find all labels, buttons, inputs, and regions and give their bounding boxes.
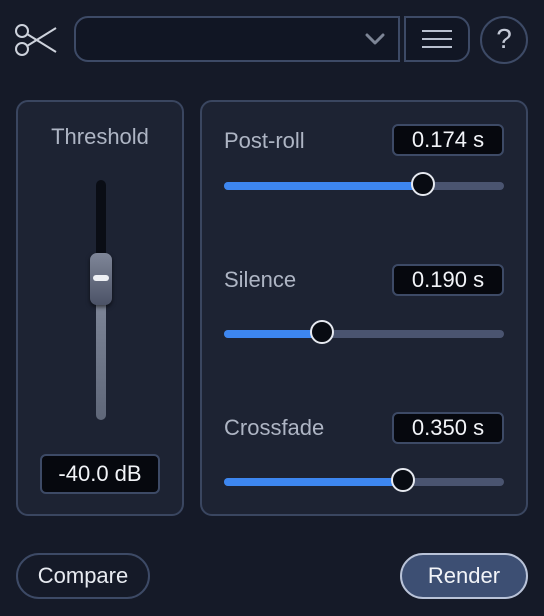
- silence-fill: [224, 330, 322, 338]
- render-button[interactable]: Render: [400, 553, 528, 599]
- post-roll-value[interactable]: 0.174 s: [392, 124, 504, 156]
- hamburger-menu-icon: [422, 30, 452, 32]
- threshold-slider-thumb[interactable]: [90, 252, 112, 305]
- post-roll-thumb[interactable]: [410, 172, 435, 196]
- silence-value[interactable]: 0.190 s: [392, 264, 504, 296]
- threshold-value[interactable]: -40.0 dB: [40, 454, 160, 494]
- crossfade-slider[interactable]: [224, 468, 504, 492]
- crossfade-value[interactable]: 0.350 s: [392, 412, 504, 444]
- scissors-icon[interactable]: [14, 20, 58, 60]
- silence-slider[interactable]: [224, 320, 504, 344]
- silence-label: Silence: [224, 267, 297, 292]
- compare-button[interactable]: Compare: [16, 553, 150, 599]
- crossfade-thumb[interactable]: [391, 468, 416, 492]
- silence-thumb[interactable]: [310, 320, 334, 344]
- preset-dropdown[interactable]: [74, 16, 400, 62]
- crossfade-fill: [224, 478, 404, 486]
- app-window: ? Threshold -40.0 dB Post-roll 0.174 s S…: [0, 0, 544, 616]
- help-icon: ?: [496, 23, 512, 54]
- post-roll-slider[interactable]: [224, 172, 504, 196]
- threshold-title: Threshold: [51, 124, 149, 149]
- chevron-down-icon: [365, 33, 385, 45]
- post-roll-label: Post-roll: [224, 128, 305, 153]
- help-button[interactable]: ?: [480, 16, 528, 64]
- parameters-panel: Post-roll 0.174 s Silence 0.190 s Crossf…: [200, 100, 528, 516]
- menu-button[interactable]: [404, 16, 470, 62]
- thumb-grip: [93, 274, 109, 281]
- threshold-panel: Threshold -40.0 dB: [16, 100, 184, 516]
- post-roll-fill: [224, 182, 423, 190]
- crossfade-label: Crossfade: [224, 415, 325, 440]
